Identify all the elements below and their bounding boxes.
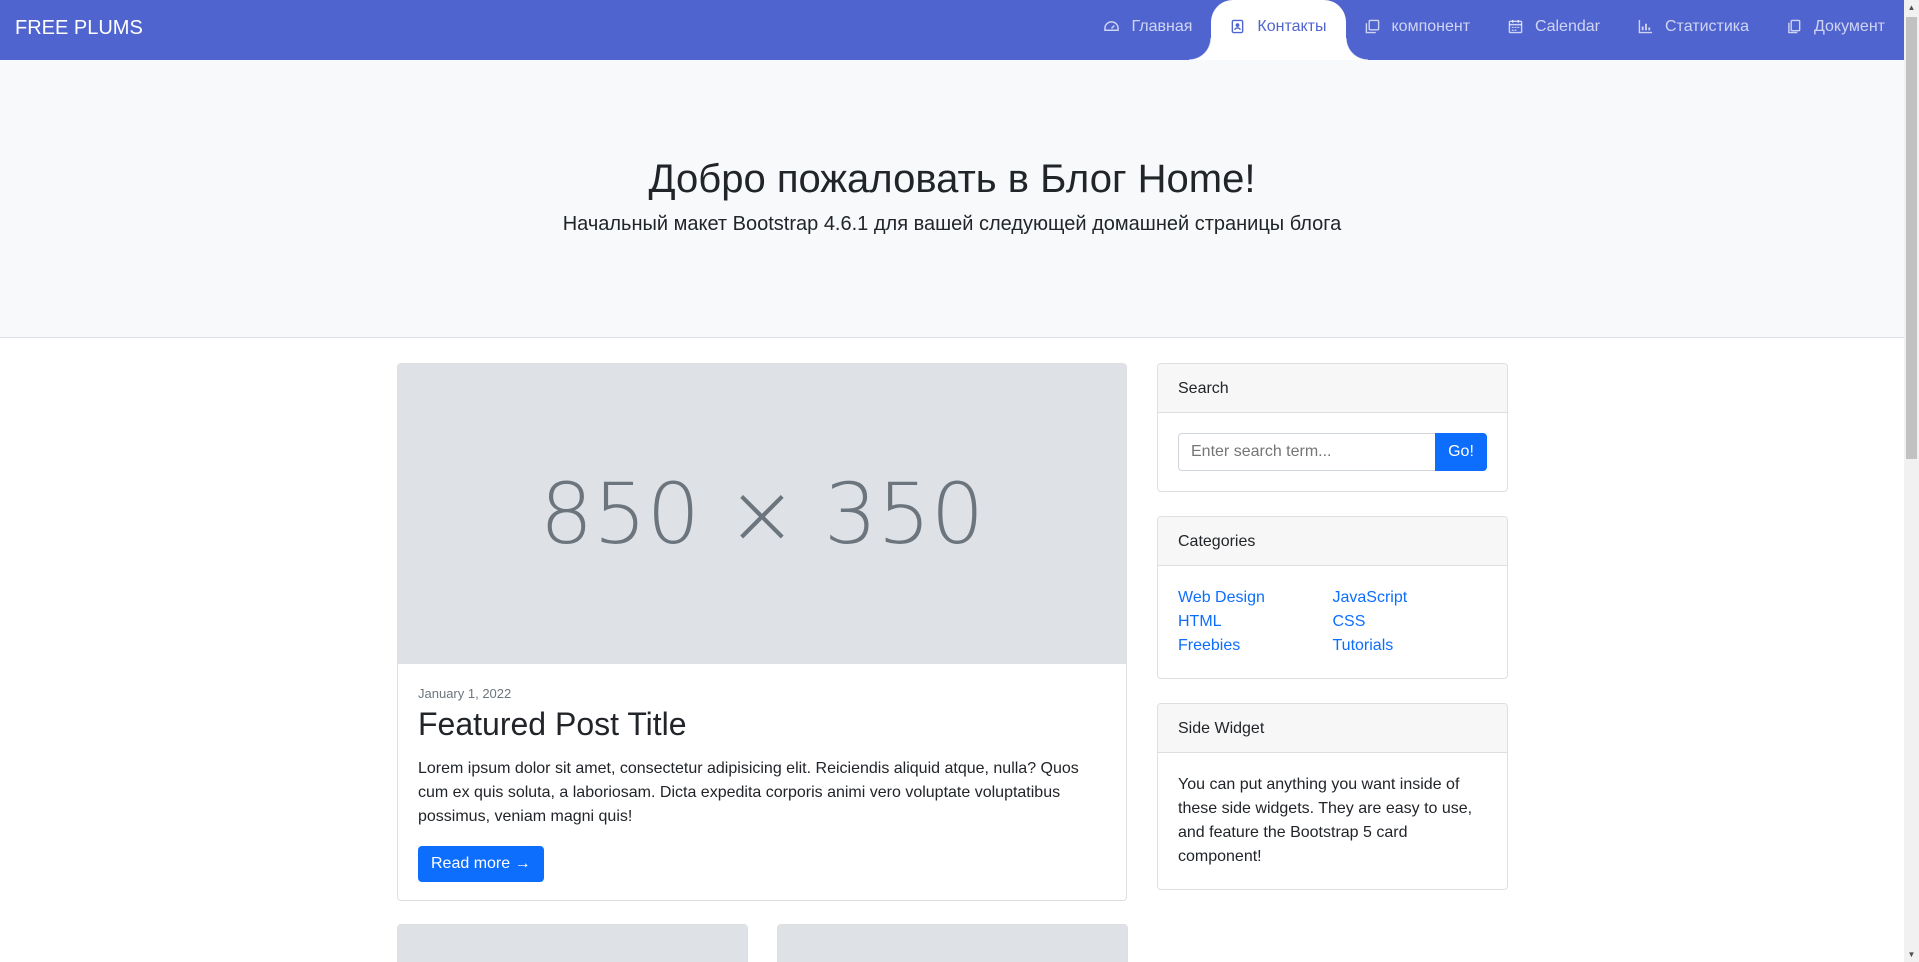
search-widget-body: Go! — [1158, 413, 1507, 491]
categories-column-right: JavaScript CSS Tutorials — [1333, 586, 1488, 658]
nav-item-label: компонент — [1391, 18, 1471, 35]
post-card — [397, 924, 748, 962]
categories-widget-body: Web Design HTML Freebies JavaScript CSS … — [1158, 566, 1507, 678]
vertical-scrollbar[interactable]: ▲ ▼ — [1904, 0, 1919, 962]
featured-post-body: January 1, 2022 Featured Post Title Lore… — [398, 664, 1126, 900]
categories-column-left: Web Design HTML Freebies — [1178, 586, 1333, 658]
post-title: Featured Post Title — [418, 706, 687, 742]
search-widget: Search Go! — [1157, 363, 1508, 492]
brand-logo[interactable]: FREE PLUMS — [15, 0, 143, 60]
post-image[interactable] — [398, 925, 747, 962]
post-card — [777, 924, 1128, 962]
contact-card-icon — [1232, 19, 1244, 34]
featured-post-image[interactable]: 850 × 350 — [398, 364, 1126, 664]
nav-item-contacts[interactable]: Контакты — [1189, 0, 1368, 60]
featured-post-card: 850 × 350 January 1, 2022 Featured Post … — [397, 363, 1127, 901]
nav-item-label: Главная — [1131, 18, 1193, 35]
document-icon — [1788, 19, 1801, 34]
search-row: Go! — [1178, 433, 1487, 471]
scroll-down-arrow-icon[interactable]: ▼ — [1904, 947, 1919, 962]
dashboard-icon — [1104, 21, 1120, 31]
post-date: January 1, 2022 — [418, 686, 512, 701]
post-image[interactable] — [778, 925, 1127, 962]
category-link[interactable]: Freebies — [1178, 634, 1333, 658]
main-nav: Главная Контакты компонент Calendar Стат… — [1085, 0, 1904, 60]
category-link[interactable]: Tutorials — [1333, 634, 1488, 658]
calendar-icon — [1508, 19, 1523, 34]
category-link[interactable]: Web Design — [1178, 586, 1333, 610]
category-link[interactable]: CSS — [1333, 610, 1488, 634]
side-widget-body: You can put anything you want inside of … — [1158, 753, 1507, 889]
nav-item-calendar[interactable]: Calendar — [1489, 0, 1619, 60]
page-header: Добро пожаловать в Блог Home! Начальный … — [0, 60, 1904, 338]
search-go-button[interactable]: Go! — [1435, 433, 1487, 471]
read-more-button[interactable]: Read more → — [418, 846, 544, 883]
side-widget-text: You can put anything you want inside of … — [1178, 776, 1473, 865]
side-widget-header: Side Widget — [1158, 704, 1507, 753]
nav-item-label: Статистика — [1664, 18, 1750, 35]
nav-item-label: Calendar — [1535, 18, 1600, 35]
side-widget: Side Widget You can put anything you wan… — [1157, 703, 1508, 890]
categories-widget: Categories Web Design HTML Freebies Java… — [1157, 516, 1508, 679]
nav-item-component[interactable]: компонент — [1346, 0, 1490, 60]
scroll-up-arrow-icon[interactable]: ▲ — [1904, 0, 1919, 15]
bar-chart-icon — [1638, 19, 1653, 34]
category-link[interactable]: JavaScript — [1333, 586, 1488, 610]
page-subtitle: Начальный макет Bootstrap 4.6.1 для ваше… — [562, 213, 1342, 235]
categories-list: Web Design HTML Freebies JavaScript CSS … — [1178, 586, 1487, 658]
copy-icon — [1365, 19, 1379, 34]
search-widget-header: Search — [1158, 364, 1507, 413]
nav-item-statistics[interactable]: Статистика — [1619, 0, 1768, 60]
nav-item-label: Контакты — [1257, 18, 1327, 35]
category-link[interactable]: HTML — [1178, 610, 1333, 634]
search-input[interactable] — [1178, 433, 1435, 471]
post-excerpt: Lorem ipsum dolor sit amet, consectetur … — [418, 760, 1079, 826]
nav-item-label: Документ — [1814, 18, 1885, 35]
categories-widget-header: Categories — [1158, 517, 1507, 566]
scrollbar-thumb[interactable] — [1906, 17, 1917, 459]
nav-item-document[interactable]: Документ — [1768, 0, 1904, 60]
top-navbar: FREE PLUMS Главная Контакты компонент Ca… — [0, 0, 1904, 60]
page-title: Добро пожаловать в Блог Home! — [648, 157, 1256, 201]
